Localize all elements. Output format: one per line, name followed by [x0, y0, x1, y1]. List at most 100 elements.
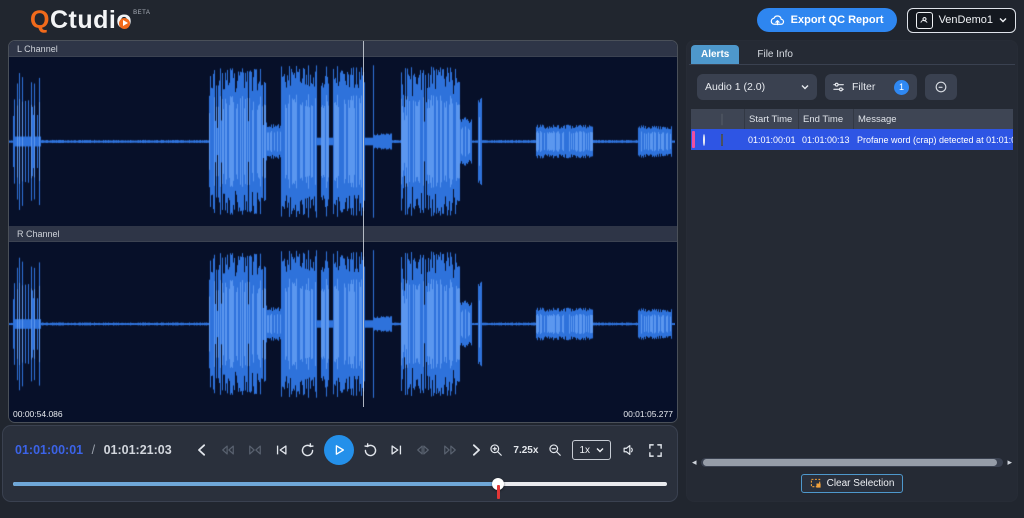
logo-o: o — [116, 8, 132, 33]
zoom-in-button[interactable] — [487, 441, 505, 459]
left-channel-label: L Channel — [17, 44, 58, 54]
tab-alerts[interactable]: Alerts — [691, 45, 739, 64]
alert-end-time: 01:01:00:13 — [798, 135, 853, 145]
replay-button[interactable] — [298, 441, 317, 460]
skip-start-icon — [274, 443, 289, 457]
beta-label: BETA — [133, 10, 150, 16]
select-all-checkbox[interactable] — [721, 113, 723, 126]
alert-marker — [497, 485, 500, 499]
filter-button[interactable]: Filter 1 — [825, 74, 917, 100]
chevron-down-icon — [801, 84, 809, 90]
annotation-button[interactable] — [925, 74, 957, 100]
alert-row[interactable]: 01:01:00:01 01:01:00:13 Profane word (cr… — [691, 129, 1013, 150]
trim-out-icon — [415, 443, 431, 457]
view-end-timecode: 00:01:05.277 — [623, 409, 673, 419]
audio-track-select[interactable]: Audio 1 (2.0) — [697, 74, 817, 100]
left-channel-label-bar: L Channel — [9, 41, 677, 57]
cloud-upload-icon — [770, 14, 785, 27]
fullscreen-button[interactable] — [646, 441, 665, 460]
trim-in-button[interactable] — [245, 441, 265, 459]
speed-value: 1x — [579, 445, 590, 456]
zoom-level-value: 7.25x — [513, 445, 538, 456]
user-icon — [916, 12, 933, 29]
scrollbar-thumb[interactable] — [703, 459, 998, 466]
play-button[interactable] — [324, 435, 354, 465]
logo-q: Q — [30, 8, 50, 33]
replay-icon — [300, 443, 315, 458]
alerts-table-header: Start Time End Time Message — [691, 109, 1013, 129]
clear-selection-button[interactable]: Clear Selection — [801, 474, 904, 493]
chevron-down-icon — [596, 447, 604, 453]
seek-progress — [13, 482, 498, 486]
current-timecode: 01:01:00:01 — [15, 443, 83, 457]
rewind-button[interactable] — [218, 441, 238, 459]
chevron-down-icon — [999, 17, 1007, 23]
scroll-right-arrow[interactable]: ▸ — [1006, 458, 1013, 467]
comment-bubble-icon[interactable] — [703, 134, 705, 146]
alert-start-time: 01:01:00:01 — [744, 135, 798, 145]
timecode-separator: / — [92, 443, 95, 457]
right-channel-label: R Channel — [17, 229, 60, 239]
scrollbar-track[interactable] — [701, 458, 1004, 467]
fast-forward-icon — [442, 443, 458, 457]
alerts-table: Start Time End Time Message 01:01:00:01 … — [691, 109, 1013, 150]
left-channel-waveform[interactable] — [9, 57, 675, 226]
header-start-time: Start Time — [744, 109, 798, 129]
chevron-left-icon — [195, 443, 209, 457]
timecode-row: 00:00:54.086 00:01:05.277 — [9, 406, 677, 421]
right-channel-label-bar: R Channel — [9, 226, 677, 242]
transport-buttons — [193, 435, 485, 465]
rewind-icon — [220, 443, 236, 457]
fullscreen-icon — [648, 443, 663, 458]
alerts-panel: Alerts File Info Audio 1 (2.0) Filter 1 — [686, 40, 1018, 502]
alert-message: Profane word (crap) detected at 01:01:00… — [853, 135, 1013, 145]
volume-button[interactable] — [619, 441, 638, 459]
clear-selection-icon — [810, 478, 822, 489]
skip-start-button[interactable] — [272, 441, 291, 459]
play-icon — [332, 443, 346, 457]
logo-play-icon — [119, 18, 130, 29]
top-bar: QCtudio BETA Export QC Report VenDemo1 — [0, 0, 1024, 40]
timecode-display: 01:01:00:01 / 01:01:21:03 — [15, 443, 193, 457]
comment-dash-icon — [934, 80, 948, 94]
logo-text: Ctudi — [50, 8, 116, 33]
seek-track[interactable] — [13, 482, 667, 486]
user-name: VenDemo1 — [939, 14, 993, 26]
skip-end-icon — [389, 443, 404, 457]
header-message: Message — [853, 109, 1013, 129]
total-timecode: 01:01:21:03 — [104, 443, 172, 457]
waveform-container: L Channel R Channel 00:00:54.086 00:01:0… — [8, 40, 678, 423]
chevron-right-icon — [469, 443, 483, 457]
seek-bar[interactable] — [11, 472, 669, 502]
right-channel-waveform[interactable] — [9, 242, 675, 406]
prev-frame-button[interactable] — [193, 441, 211, 459]
playback-speed-select[interactable]: 1x — [572, 440, 611, 460]
fast-forward-button[interactable] — [440, 441, 460, 459]
scroll-left-arrow[interactable]: ◂ — [691, 458, 698, 467]
filter-sliders-icon — [833, 81, 846, 93]
speaker-icon — [621, 443, 636, 457]
forward-icon — [363, 443, 378, 458]
alert-severity-bar — [692, 131, 695, 148]
user-menu[interactable]: VenDemo1 — [907, 8, 1016, 33]
horizontal-scrollbar[interactable]: ◂ ▸ — [691, 458, 1013, 467]
trim-out-button[interactable] — [413, 441, 433, 459]
forward-button[interactable] — [361, 441, 380, 460]
row-checkbox[interactable] — [721, 134, 723, 146]
header-end-time: End Time — [798, 109, 853, 129]
filter-count-badge: 1 — [894, 80, 909, 95]
next-frame-button[interactable] — [467, 441, 485, 459]
tab-file-info[interactable]: File Info — [747, 45, 803, 64]
export-qc-report-button[interactable]: Export QC Report — [757, 8, 897, 32]
transport-panel: 01:01:00:01 / 01:01:21:03 7.25x 1x — [2, 425, 678, 502]
app-logo: QCtudio BETA — [30, 8, 150, 33]
zoom-out-button[interactable] — [546, 441, 564, 459]
magnifier-minus-icon — [548, 443, 562, 457]
filter-label: Filter — [852, 81, 875, 93]
skip-end-button[interactable] — [387, 441, 406, 459]
audio-track-value: Audio 1 (2.0) — [705, 81, 765, 93]
view-start-timecode: 00:00:54.086 — [13, 409, 63, 419]
trim-in-icon — [247, 443, 263, 457]
magnifier-plus-icon — [489, 443, 503, 457]
panel-tabs: Alerts File Info — [689, 45, 1015, 65]
